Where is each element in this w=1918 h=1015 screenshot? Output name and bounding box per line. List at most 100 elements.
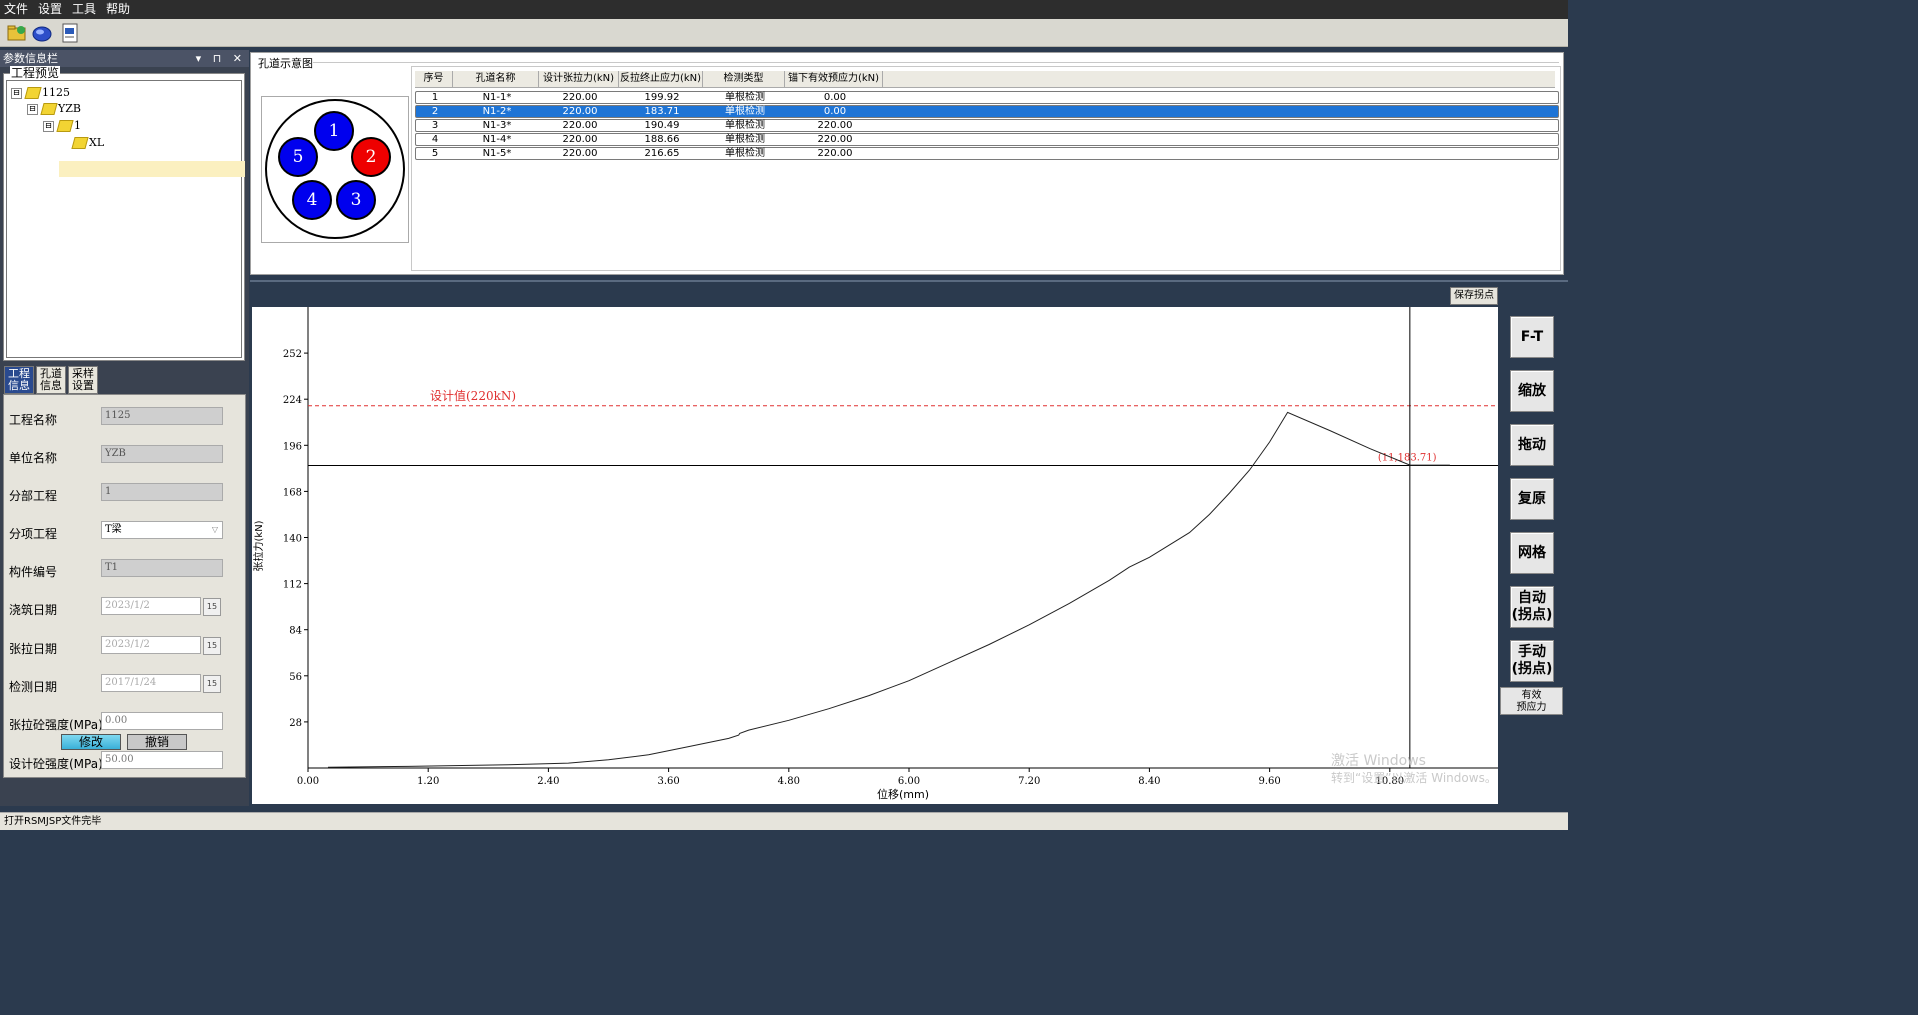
table-header: 序号 孔道名称 设计张拉力(kN) 反拉终止应力(kN) 检测类型 锚下有效预应… bbox=[415, 71, 1555, 88]
table-cell: 183.71 bbox=[644, 106, 680, 117]
label-project-name: 工程名称 bbox=[9, 413, 58, 427]
table-cell: 5 bbox=[431, 148, 439, 159]
label-tension-strength: 张拉砼强度(MPa) bbox=[9, 718, 103, 732]
status-bar: 打开RSMJSP文件完毕 bbox=[0, 812, 1568, 830]
manual-inflection-button[interactable]: 手动 (拐点) bbox=[1510, 640, 1554, 682]
x-tick-label: 3.60 bbox=[657, 776, 679, 787]
y-tick-label: 196 bbox=[283, 441, 302, 452]
tree-node-section[interactable]: ⊟ 1 bbox=[43, 118, 81, 134]
table-cell: 220.00 bbox=[562, 106, 598, 117]
collapse-icon[interactable]: ⊟ bbox=[11, 87, 22, 99]
label-test-date: 检测日期 bbox=[9, 680, 58, 694]
tag-icon bbox=[24, 87, 42, 99]
header-hole-name[interactable]: 孔道名称 bbox=[453, 71, 539, 87]
subitem-select[interactable]: T梁 ▽ bbox=[101, 521, 223, 539]
table-cell: 220.00 bbox=[817, 134, 853, 145]
word-doc-icon[interactable] bbox=[59, 22, 81, 44]
hole-4[interactable]: 4 bbox=[292, 180, 332, 220]
force-displacement-chart[interactable]: 28 56 84 112 140 168 196 224 252 0.00 1.20 2.40 3.60… bbox=[252, 307, 1498, 804]
table-cell: 190.49 bbox=[644, 120, 680, 131]
table-cell: 0.00 bbox=[823, 92, 847, 103]
table-cell: 220.00 bbox=[817, 120, 853, 131]
tab-project-info[interactable]: 工程 信息 bbox=[4, 366, 34, 394]
hole-3[interactable]: 3 bbox=[336, 180, 376, 220]
project-preview-group: 工程预览 ⊟ 1125 ⊟ YZB ⊟ 1 XL bbox=[3, 66, 245, 361]
pour-date-field[interactable]: 2023/1/2 bbox=[101, 597, 201, 615]
project-tree: ⊟ 1125 ⊟ YZB ⊟ 1 XL bbox=[6, 80, 245, 358]
project-preview-legend: 工程预览 bbox=[10, 66, 61, 80]
y-tick-label: 168 bbox=[283, 487, 302, 498]
design-strength-field[interactable]: 50.00 bbox=[101, 751, 223, 769]
table-cell: N1-5* bbox=[482, 148, 512, 159]
zoom-button[interactable]: 缩放 bbox=[1510, 370, 1554, 412]
header-index[interactable]: 序号 bbox=[415, 71, 453, 87]
division-field[interactable]: 1 bbox=[101, 483, 223, 501]
hole-data-table: 序号 孔道名称 设计张拉力(kN) 反拉终止应力(kN) 检测类型 锚下有效预应… bbox=[411, 66, 1561, 271]
table-cell: 单根检测 bbox=[725, 120, 765, 131]
table-cell: 单根检测 bbox=[725, 106, 765, 117]
unit-name-field[interactable]: YZB bbox=[101, 445, 223, 463]
header-reverse-stop[interactable]: 反拉终止应力(kN) bbox=[619, 71, 703, 87]
menu-bar: 文件 设置 工具 帮助 bbox=[0, 0, 1568, 19]
collapse-icon[interactable]: ⊟ bbox=[43, 120, 54, 132]
table-row[interactable]: 3 N1-3* 220.00 190.49 单根检测 220.00 bbox=[415, 119, 1559, 132]
table-row[interactable]: 5 N1-5* 220.00 216.65 单根检测 220.00 bbox=[415, 147, 1559, 160]
table-cell: 220.00 bbox=[562, 120, 598, 131]
tab-hole-info[interactable]: 孔道 信息 bbox=[36, 366, 66, 394]
cancel-button[interactable]: 撤销 bbox=[127, 734, 187, 750]
panel-title-bar: 参数信息栏 ▾ ⊓ ✕ bbox=[0, 50, 249, 67]
x-tick-label: 1.20 bbox=[417, 776, 439, 787]
y-tick-label: 224 bbox=[283, 395, 302, 406]
open-folder-icon[interactable] bbox=[6, 22, 28, 44]
test-date-field[interactable]: 2017/1/24 bbox=[101, 674, 201, 692]
save-inflection-button[interactable]: 保存拐点 bbox=[1450, 287, 1498, 305]
ft-button[interactable]: F-T bbox=[1510, 316, 1554, 358]
effective-stress-button[interactable]: 有效 预应力 bbox=[1500, 687, 1563, 715]
tree-node-unit[interactable]: ⊟ YZB bbox=[27, 101, 81, 117]
disc-icon[interactable] bbox=[31, 22, 53, 44]
auto-inflection-button[interactable]: 自动 (拐点) bbox=[1510, 586, 1554, 628]
menu-tools[interactable]: 工具 bbox=[67, 0, 101, 19]
calendar-icon[interactable]: 15 bbox=[203, 598, 221, 616]
calendar-icon[interactable]: 15 bbox=[203, 675, 221, 693]
tag-icon bbox=[71, 137, 89, 149]
hole-1[interactable]: 1 bbox=[314, 111, 354, 151]
x-tick-label: 8.40 bbox=[1138, 776, 1160, 787]
tab-sampling-settings[interactable]: 采样 设置 bbox=[68, 366, 98, 394]
panel-splitter[interactable] bbox=[250, 280, 1568, 282]
hole-5[interactable]: 5 bbox=[278, 137, 318, 177]
x-tick-label: 4.80 bbox=[778, 776, 800, 787]
label-unit-name: 单位名称 bbox=[9, 451, 58, 465]
panel-window-controls[interactable]: ▾ ⊓ ✕ bbox=[196, 50, 246, 67]
grid-button[interactable]: 网格 bbox=[1510, 532, 1554, 574]
menu-help[interactable]: 帮助 bbox=[101, 0, 135, 19]
header-effective-stress[interactable]: 锚下有效预应力(kN) bbox=[785, 71, 883, 87]
project-name-field[interactable]: 1125 bbox=[101, 407, 223, 425]
calendar-icon[interactable]: 15 bbox=[203, 637, 221, 655]
hole-2[interactable]: 2 bbox=[351, 137, 391, 177]
parameter-panel: 参数信息栏 ▾ ⊓ ✕ 工程预览 ⊟ 1125 ⊟ YZB ⊟ 1 XL 工程 信息 … bbox=[0, 50, 249, 806]
table-row[interactable]: 1 N1-1* 220.00 199.92 单根检测 0.00 bbox=[415, 91, 1559, 104]
x-tick-label: 9.60 bbox=[1258, 776, 1280, 787]
table-row[interactable]: 4 N1-4* 220.00 188.66 单根检测 220.00 bbox=[415, 133, 1559, 146]
header-test-type[interactable]: 检测类型 bbox=[703, 71, 785, 87]
tree-node-project[interactable]: ⊟ 1125 bbox=[11, 85, 70, 101]
menu-file[interactable]: 文件 bbox=[0, 0, 33, 19]
x-tick-label: 0.00 bbox=[297, 776, 319, 787]
component-id-field[interactable]: T1 bbox=[101, 559, 223, 577]
modify-button[interactable]: 修改 bbox=[61, 734, 121, 750]
reset-button[interactable]: 复原 bbox=[1510, 478, 1554, 520]
y-tick-label: 56 bbox=[289, 672, 302, 683]
tension-date-field[interactable]: 2023/1/2 bbox=[101, 636, 201, 654]
table-row[interactable]: 2 N1-2* 220.00 183.71 单根检测 0.00 bbox=[415, 105, 1559, 118]
drag-button[interactable]: 拖动 bbox=[1510, 424, 1554, 466]
y-axis-label: 张拉力(kN) bbox=[252, 520, 265, 571]
x-tick-label: 6.00 bbox=[898, 776, 920, 787]
menu-settings[interactable]: 设置 bbox=[33, 0, 67, 19]
tree-node-item[interactable]: XL bbox=[71, 135, 104, 151]
tension-strength-field[interactable]: 0.00 bbox=[101, 712, 223, 730]
collapse-icon[interactable]: ⊟ bbox=[27, 103, 38, 115]
table-cell: 199.92 bbox=[644, 92, 680, 103]
header-design-tension[interactable]: 设计张拉力(kN) bbox=[539, 71, 619, 87]
table-cell: 3 bbox=[431, 120, 439, 131]
